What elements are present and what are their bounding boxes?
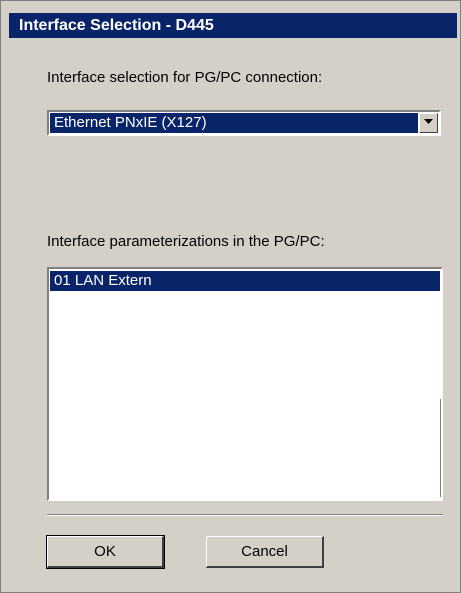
- dialog-title: Interface Selection - D445: [19, 17, 214, 34]
- connection-selected-value[interactable]: Ethernet PNxIE (X127): [50, 113, 418, 133]
- connection-dropdown[interactable]: Ethernet PNxIE (X127): [47, 110, 441, 136]
- list-border-line: [440, 399, 441, 497]
- title-bar[interactable]: Interface Selection - D445: [9, 13, 457, 38]
- cancel-button[interactable]: Cancel: [206, 536, 324, 568]
- parameterizations-label: Interface parameterizations in the PG/PC…: [47, 233, 325, 250]
- ok-button[interactable]: OK: [46, 535, 165, 569]
- parameterizations-list[interactable]: 01 LAN Extern: [47, 267, 443, 501]
- dropdown-button[interactable]: [419, 113, 438, 133]
- connection-label: Interface selection for PG/PC connection…: [47, 69, 323, 86]
- list-item[interactable]: 01 LAN Extern: [50, 271, 440, 291]
- interface-selection-dialog: Interface Selection - D445 Interface sel…: [0, 0, 461, 593]
- chevron-down-icon: [424, 119, 433, 124]
- separator: [47, 514, 443, 516]
